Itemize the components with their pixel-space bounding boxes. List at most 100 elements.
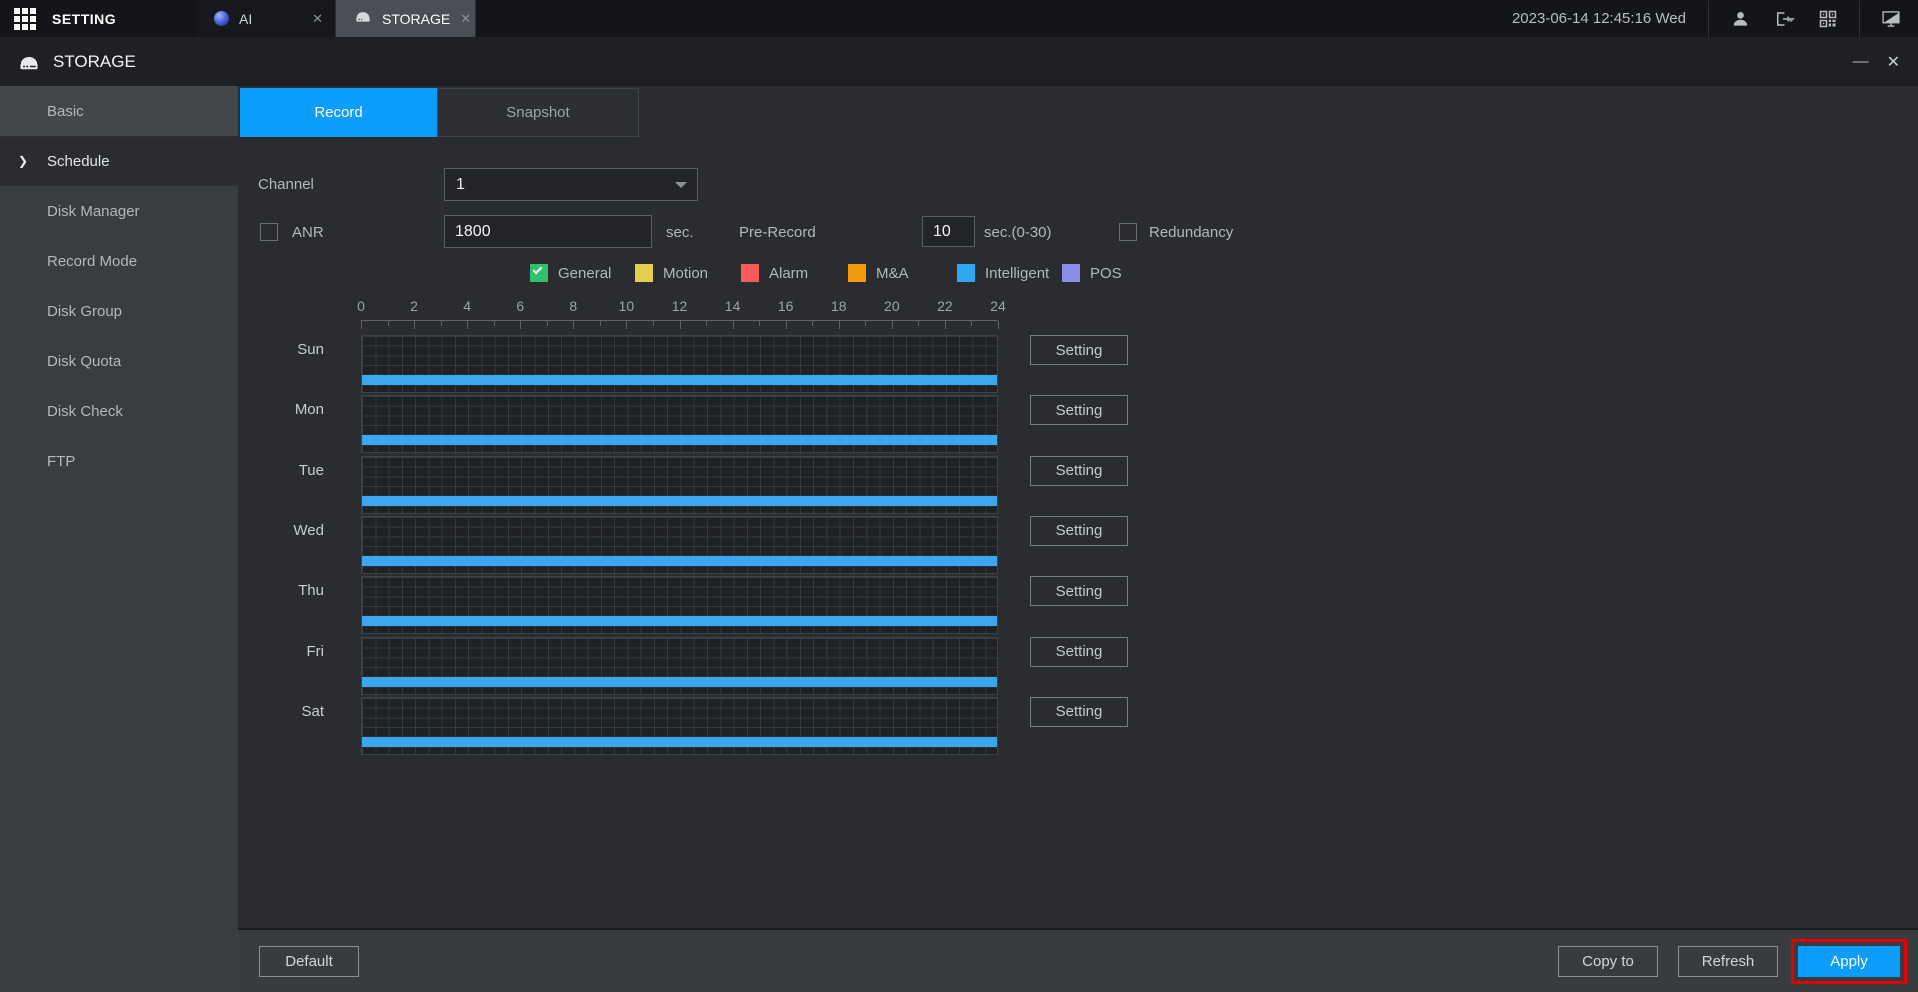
setting-button-thu[interactable]: Setting <box>1030 576 1128 607</box>
tab-record[interactable]: Record <box>240 88 437 137</box>
timeline-row-fri[interactable] <box>361 636 998 695</box>
legend-label-m-a: M&A <box>876 265 909 282</box>
apps-grid-icon <box>14 7 36 30</box>
top-bar: SETTING AI ✕ STORAGE ✕ 2023-06-14 12:45:16 … <box>0 0 1918 37</box>
datetime-text: 2023-06-14 12:45:16 Wed <box>1511 10 1686 27</box>
sidebar-item-basic[interactable]: Basic <box>0 86 238 136</box>
user-icon[interactable] <box>1727 7 1753 31</box>
timeline-row-thu[interactable] <box>361 576 998 635</box>
hour-label-20: 20 <box>884 298 900 314</box>
hour-label-6: 6 <box>516 298 525 314</box>
sidebar-item-label: Schedule <box>47 152 110 170</box>
top-tab-label: STORAGE <box>382 10 451 27</box>
schedule-bar-fri <box>362 676 997 687</box>
hour-label-24: 24 <box>990 298 1006 314</box>
legend-label-general: General <box>558 265 612 282</box>
setting-menu-button[interactable]: SETTING <box>0 0 196 37</box>
setting-button-tue[interactable]: Setting <box>1030 455 1128 486</box>
schedule-bar-wed <box>362 555 997 566</box>
channel-label: Channel <box>258 176 314 193</box>
channel-select[interactable]: 1 <box>444 168 698 201</box>
close-button[interactable]: ✕ <box>1887 52 1900 72</box>
sidebar-item-label: Disk Group <box>47 302 123 320</box>
sidebar-item-schedule[interactable]: ❯ Schedule <box>0 136 238 186</box>
timeline-row-wed[interactable] <box>361 515 998 574</box>
pre-record-label: Pre-Record <box>739 224 816 241</box>
day-label-fri: Fri <box>306 642 325 660</box>
top-tab-ai[interactable]: AI ✕ <box>196 0 336 37</box>
schedule-bar-sat <box>362 736 997 747</box>
sidebar-item-label: Record Mode <box>47 252 138 270</box>
timeline-row-sun[interactable] <box>361 335 998 393</box>
pre-record-input[interactable] <box>922 216 975 247</box>
legend-checkbox-alarm[interactable] <box>741 264 759 282</box>
logout-icon[interactable] <box>1771 7 1797 31</box>
legend-checkbox-m-a[interactable] <box>848 264 866 282</box>
redundancy-checkbox[interactable] <box>1119 223 1137 241</box>
redundancy-label: Redundancy <box>1149 224 1234 241</box>
hour-label-18: 18 <box>830 298 847 314</box>
setting-button-sat[interactable]: Setting <box>1030 696 1128 727</box>
ai-sphere-icon <box>214 11 229 26</box>
copy-to-button[interactable]: Copy to <box>1558 946 1658 977</box>
tab-close-icon[interactable]: ✕ <box>312 11 323 27</box>
setting-button-mon[interactable]: Setting <box>1030 395 1128 426</box>
topbar-right: 2023-06-14 12:45:16 Wed <box>1512 0 1918 37</box>
qrcode-icon[interactable] <box>1815 7 1841 31</box>
disk-icon <box>354 9 372 28</box>
channel-value: 1 <box>456 175 465 193</box>
refresh-button[interactable]: Refresh <box>1678 946 1778 977</box>
legend-label-intelligent: Intelligent <box>985 265 1050 282</box>
top-tab-label: AI <box>239 10 253 27</box>
setting-button-fri[interactable]: Setting <box>1030 636 1128 667</box>
day-label-sun: Sun <box>297 341 324 358</box>
schedule-bar-thu <box>362 616 997 627</box>
timeline-row-mon[interactable] <box>361 395 998 454</box>
anr-checkbox[interactable] <box>260 223 278 241</box>
hour-label-22: 22 <box>937 298 953 314</box>
check-icon <box>532 264 543 275</box>
pre-record-unit-label: sec.(0-30) <box>984 224 1052 241</box>
setting-button-wed[interactable]: Setting <box>1030 515 1128 546</box>
tab-snapshot[interactable]: Snapshot <box>437 88 639 137</box>
minimize-button[interactable]: — <box>1853 53 1869 69</box>
sidebar-item-disk-check[interactable]: Disk Check <box>0 386 238 436</box>
default-button[interactable]: Default <box>259 946 359 977</box>
setting-menu-label: SETTING <box>52 10 117 27</box>
day-label-mon: Mon <box>294 401 324 419</box>
active-arrow-icon: ❯ <box>18 154 29 168</box>
monitor-icon[interactable] <box>1878 7 1904 31</box>
apply-button[interactable]: Apply <box>1798 946 1900 977</box>
hour-label-10: 10 <box>618 298 635 314</box>
sidebar-item-label: FTP <box>47 452 76 470</box>
window-header: STORAGE — ✕ <box>0 37 1918 86</box>
legend-checkbox-intelligent[interactable] <box>957 264 975 282</box>
top-tab-storage[interactable]: STORAGE ✕ <box>336 0 476 37</box>
hour-label-14: 14 <box>724 298 741 314</box>
setting-button-sun[interactable]: Setting <box>1030 335 1128 365</box>
chevron-down-icon <box>675 181 687 194</box>
sidebar-item-disk-group[interactable]: Disk Group <box>0 286 238 336</box>
sidebar-item-label: Disk Check <box>47 402 123 420</box>
sidebar-item-disk-quota[interactable]: Disk Quota <box>0 336 238 386</box>
sidebar-item-disk-manager[interactable]: Disk Manager <box>0 186 238 236</box>
hour-label-8: 8 <box>569 298 578 314</box>
timeline-row-sat[interactable] <box>361 696 998 755</box>
sidebar-item-label: Disk Quota <box>47 352 122 370</box>
schedule-timeline: 0 2 4 6 8 10 12 14 16 18 20 22 24 Sun Setting Mon Settin… <box>238 298 1918 768</box>
hour-label-0: 0 <box>357 298 365 314</box>
schedule-bar-sun <box>362 375 997 385</box>
legend-checkbox-motion[interactable] <box>635 264 653 282</box>
sidebar-item-record-mode[interactable]: Record Mode <box>0 236 238 286</box>
anr-label: ANR <box>292 224 324 241</box>
anr-input[interactable] <box>444 215 652 248</box>
legend-checkbox-pos[interactable] <box>1062 264 1080 282</box>
legend-label-pos: POS <box>1090 265 1122 282</box>
legend-checkbox-general[interactable] <box>530 264 548 282</box>
tab-close-icon[interactable]: ✕ <box>460 11 471 27</box>
sidebar-item-ftp[interactable]: FTP <box>0 436 238 486</box>
footer-bar: Default Copy to Refresh Apply <box>238 928 1918 992</box>
sidebar-item-label: Basic <box>47 102 84 120</box>
day-label-thu: Thu <box>298 582 324 600</box>
timeline-row-tue[interactable] <box>361 455 998 514</box>
